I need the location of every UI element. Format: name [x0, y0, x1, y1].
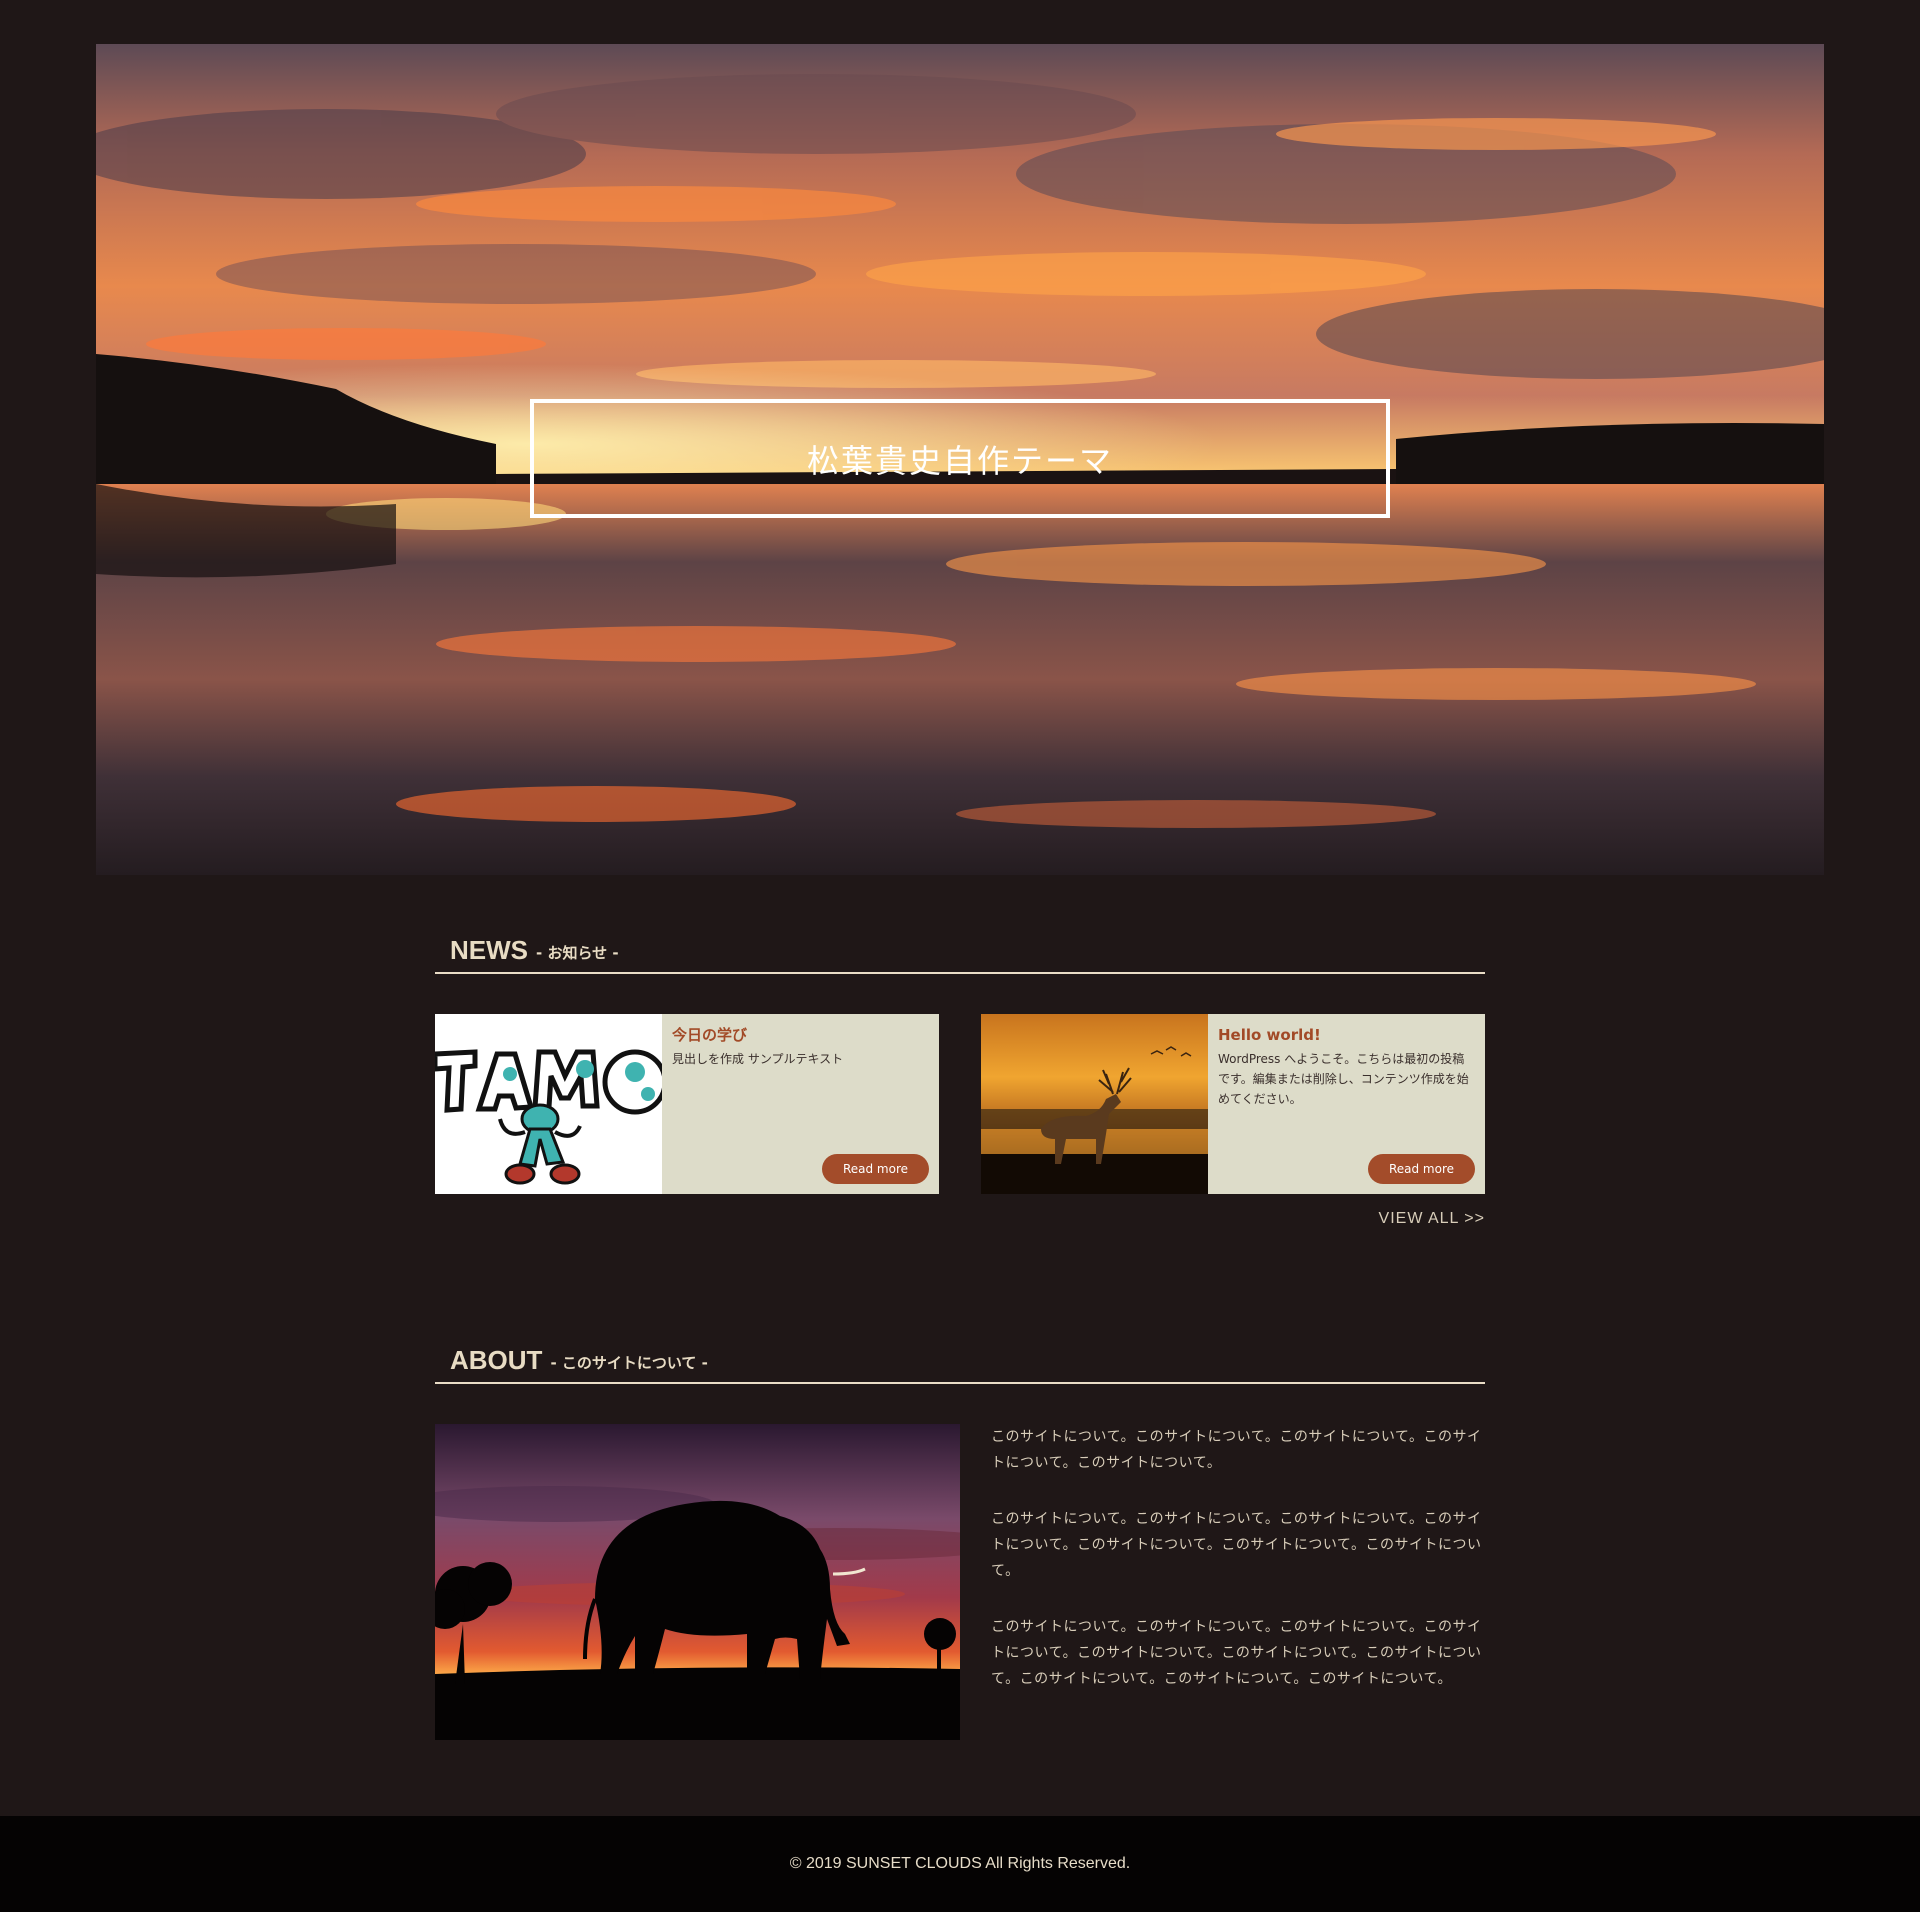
about-section: ABOUT - このサイトについて - このサイトについて。このサイトについて。… [435, 1328, 1485, 1740]
news-card[interactable]: 今日の学び 見出しを作成 サンプルテキスト Read more [435, 1014, 939, 1194]
view-all-link[interactable]: VIEW ALL >> [1379, 1210, 1485, 1228]
news-heading-subtitle: - お知らせ - [536, 944, 619, 962]
news-section: NEWS - お知らせ - 今日の学び 見出しを作成 サンプルテキスト Read… [435, 918, 1485, 1227]
about-heading-title: ABOUT [450, 1345, 543, 1375]
deer-sunset-photo [981, 1014, 1208, 1194]
about-paragraph: このサイトについて。このサイトについて。このサイトについて。このサイトについて。… [991, 1619, 1482, 1687]
read-more-button[interactable]: Read more [1368, 1154, 1475, 1184]
read-more-button[interactable]: Read more [822, 1154, 929, 1184]
news-card-body: Hello world! WordPress へようこそ。こちらは最初の投稿です… [1208, 1014, 1485, 1194]
footer: © 2019 SUNSET CLOUDS All Rights Reserved… [0, 1816, 1920, 1912]
news-card[interactable]: Hello world! WordPress へようこそ。こちらは最初の投稿です… [981, 1014, 1485, 1194]
news-card-list: 今日の学び 見出しを作成 サンプルテキスト Read more Hello wo… [435, 1014, 1485, 1194]
news-card-title[interactable]: Hello world! [1218, 1025, 1475, 1045]
about-text: このサイトについて。このサイトについて。このサイトについて。このサイトについて。… [991, 1424, 1485, 1722]
news-card-title[interactable]: 今日の学び [672, 1025, 929, 1045]
elephant-sunset-silhouette [435, 1424, 960, 1740]
about-heading: ABOUT - このサイトについて - [435, 1328, 1485, 1384]
page: 松葉貴史自作テーマ NEWS - お知らせ - 今日の学び 見出しを作成 サンプ… [0, 0, 1920, 1912]
hero-title-box: 松葉貴史自作テーマ [530, 399, 1390, 518]
site-title: 松葉貴史自作テーマ [806, 441, 1113, 480]
tamo-illustration [435, 1014, 662, 1194]
news-card-thumbnail[interactable] [981, 1014, 1208, 1194]
about-image [435, 1424, 960, 1740]
copyright-text: © 2019 SUNSET CLOUDS All Rights Reserved… [789, 1855, 1131, 1872]
hero-banner: 松葉貴史自作テーマ [96, 44, 1824, 875]
news-card-excerpt: 見出しを作成 サンプルテキスト [672, 1052, 844, 1066]
news-card-excerpt: WordPress へようこそ。こちらは最初の投稿です。編集または削除し、コンテ… [1218, 1052, 1469, 1106]
news-card-thumbnail[interactable] [435, 1014, 662, 1194]
about-paragraph: このサイトについて。このサイトについて。このサイトについて。このサイトについて。… [991, 1511, 1482, 1579]
news-heading-title: NEWS [450, 935, 528, 965]
news-card-body: 今日の学び 見出しを作成 サンプルテキスト Read more [662, 1014, 939, 1194]
about-body: このサイトについて。このサイトについて。このサイトについて。このサイトについて。… [435, 1424, 1485, 1740]
about-heading-subtitle: - このサイトについて - [550, 1354, 708, 1372]
about-paragraph: このサイトについて。このサイトについて。このサイトについて。このサイトについて。… [991, 1429, 1482, 1471]
news-heading: NEWS - お知らせ - [435, 918, 1485, 974]
